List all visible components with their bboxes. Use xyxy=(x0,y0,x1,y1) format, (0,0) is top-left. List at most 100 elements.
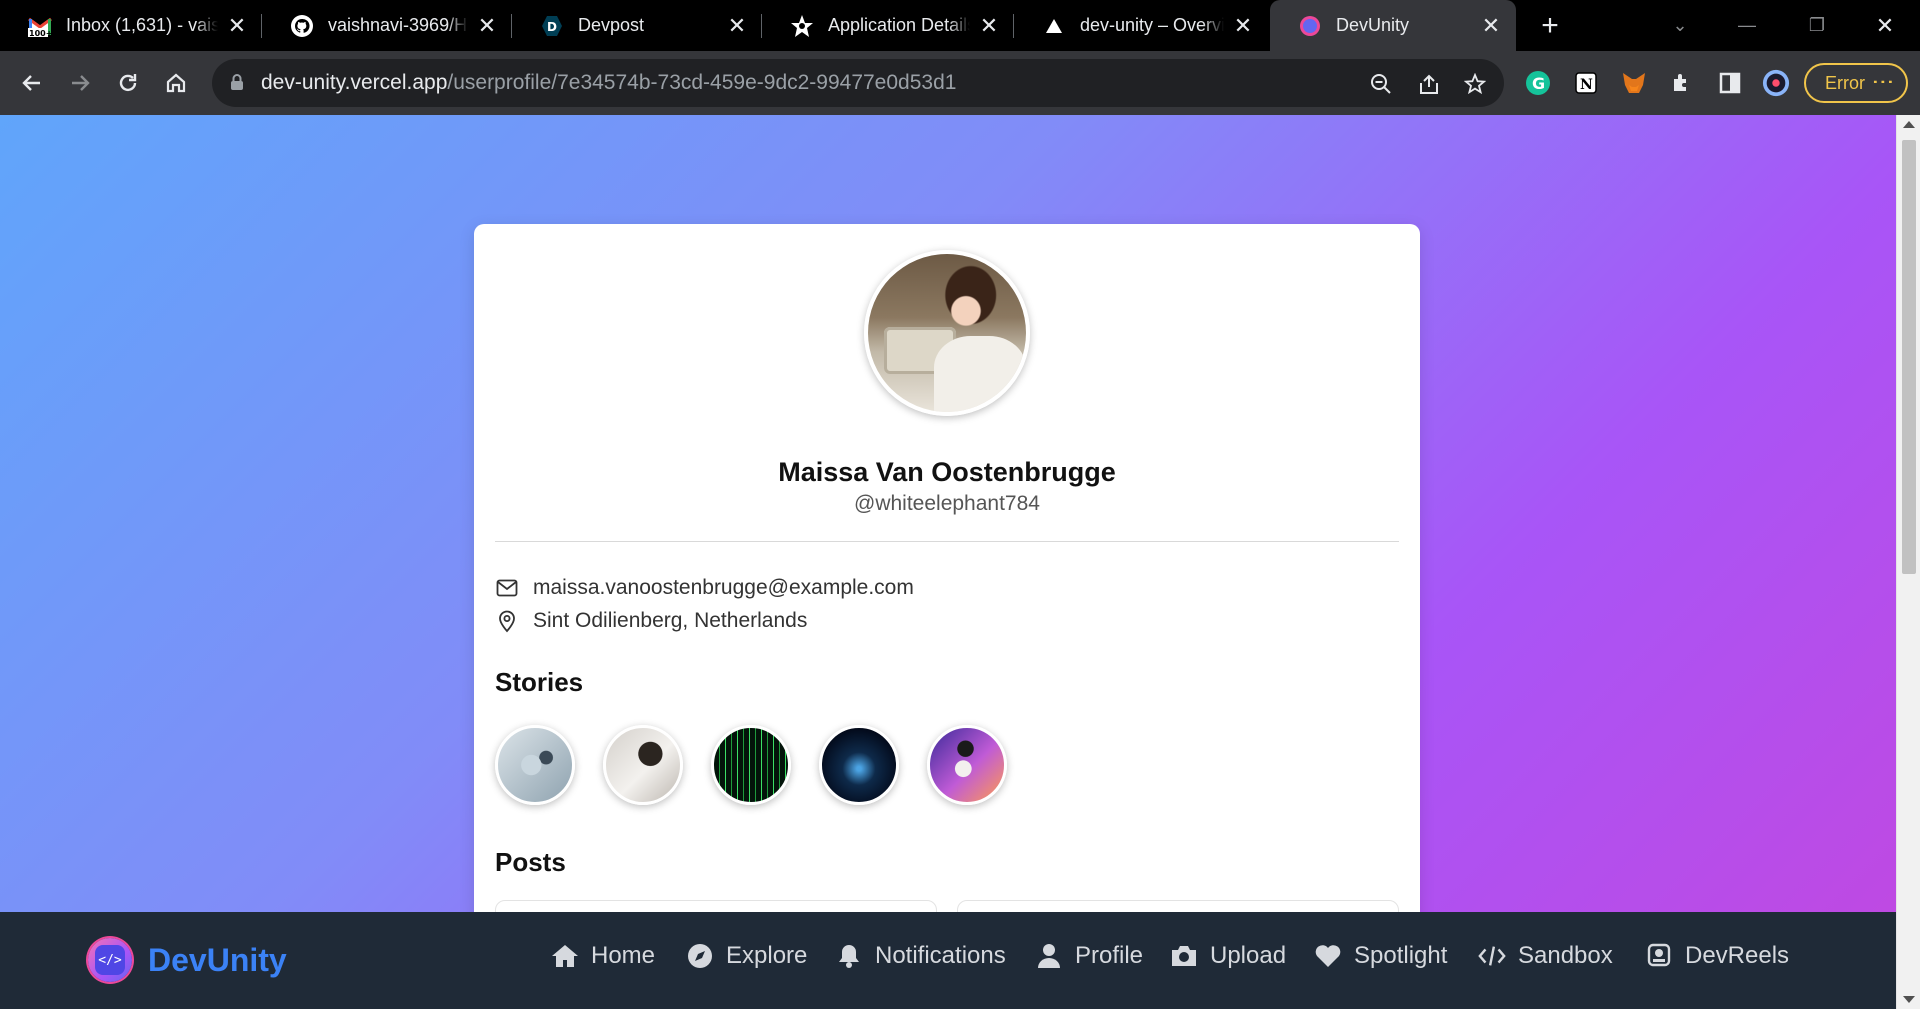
camera-icon xyxy=(1170,942,1198,970)
profile-handle: @whiteelephant784 xyxy=(854,492,1040,515)
nav-sandbox[interactable]: Sandbox xyxy=(1478,942,1613,970)
reload-icon xyxy=(119,74,137,92)
tab-title: Inbox (1,631) - vaishnavi xyxy=(66,15,218,35)
posts-heading: Posts xyxy=(495,847,566,877)
scroll-up-arrow[interactable] xyxy=(1903,121,1915,128)
compass-icon xyxy=(686,942,714,970)
devunity-icon xyxy=(1298,14,1322,38)
error-button[interactable]: Error ⋮ xyxy=(1804,63,1908,103)
scroll-down-arrow[interactable] xyxy=(1903,996,1915,1003)
auth0-icon xyxy=(790,14,814,38)
profile-card: Maissa Van Oostenbrugge @whiteelephant78… xyxy=(474,224,1420,1009)
tab-search-icon[interactable]: ⌄ xyxy=(1645,0,1715,51)
close-icon[interactable]: ✕ xyxy=(1232,13,1254,38)
back-button[interactable] xyxy=(12,63,52,103)
story-item[interactable] xyxy=(927,725,1007,805)
location-row: Sint Odilienberg, Netherlands xyxy=(495,609,807,633)
tab-title: vaishnavi-3969/HackX xyxy=(328,15,468,35)
story-item[interactable] xyxy=(603,725,683,805)
story-item[interactable] xyxy=(819,725,899,805)
nav-explore[interactable]: Explore xyxy=(686,942,807,970)
nav-notifications[interactable]: Notifications xyxy=(835,942,1006,970)
profile-name: Maissa Van Oostenbrugge xyxy=(778,457,1116,487)
github-icon xyxy=(290,14,314,38)
page-scrollbar[interactable] xyxy=(1896,115,1920,1009)
tab-vercel[interactable]: dev-unity – Overview ✕ xyxy=(1014,0,1268,51)
svg-text:100+: 100+ xyxy=(29,29,52,37)
window-close-button[interactable]: ✕ xyxy=(1850,0,1920,51)
profile-location: Sint Odilienberg, Netherlands xyxy=(533,609,808,632)
tab-application-details[interactable]: Application Details ✕ xyxy=(762,0,1014,51)
extensions-puzzle-icon[interactable] xyxy=(1668,69,1696,97)
reels-icon xyxy=(1645,942,1673,970)
brand-link[interactable]: </> DevUnity xyxy=(88,938,287,982)
tab-title: Application Details xyxy=(828,15,970,35)
map-pin-icon xyxy=(495,609,519,633)
metamask-icon[interactable] xyxy=(1620,69,1648,97)
svg-text:D: D xyxy=(547,20,557,34)
vercel-icon xyxy=(1042,14,1066,38)
close-icon[interactable]: ✕ xyxy=(476,13,498,38)
zoom-icon[interactable] xyxy=(1368,71,1394,97)
bookmark-star-icon[interactable] xyxy=(1462,71,1488,97)
home-button[interactable] xyxy=(156,63,196,103)
divider xyxy=(495,541,1399,542)
close-icon[interactable]: ✕ xyxy=(226,13,248,38)
tab-gmail[interactable]: 100+ Inbox (1,631) - vaishnavi ✕ xyxy=(0,0,262,51)
page-viewport: Maissa Van Oostenbrugge @whiteelephant78… xyxy=(0,115,1896,1009)
story-item[interactable] xyxy=(711,725,791,805)
profile-email[interactable]: maissa.vanoostenbrugge@example.com xyxy=(533,576,914,600)
url-text[interactable]: dev-unity.vercel.app/userprofile/7e34574… xyxy=(261,71,956,95)
tab-devunity[interactable]: DevUnity ✕ xyxy=(1270,0,1516,51)
profile-avatar-photo xyxy=(864,250,1030,416)
bottom-navbar: </> DevUnity Home Explore Notifications … xyxy=(0,912,1896,1009)
user-icon xyxy=(1035,942,1063,970)
share-icon[interactable] xyxy=(1416,71,1442,97)
heart-icon xyxy=(1314,942,1342,970)
home-icon xyxy=(551,942,579,970)
code-icon xyxy=(1478,942,1506,970)
arrow-left-icon xyxy=(22,75,40,91)
tab-github[interactable]: vaishnavi-3969/HackX ✕ xyxy=(262,0,512,51)
nav-upload[interactable]: Upload xyxy=(1170,942,1286,970)
svg-text:N: N xyxy=(1580,77,1593,93)
story-item[interactable] xyxy=(495,725,575,805)
email-row: maissa.vanoostenbrugge@example.com xyxy=(495,576,914,600)
side-panel-icon[interactable] xyxy=(1716,69,1744,97)
tab-title: Devpost xyxy=(578,15,645,35)
grammarly-icon[interactable]: G xyxy=(1524,69,1552,97)
browser-tabstrip: 100+ Inbox (1,631) - vaishnavi ✕ vaishna… xyxy=(0,0,1920,51)
mail-icon xyxy=(495,576,519,600)
restore-button[interactable]: ❐ xyxy=(1782,0,1852,51)
more-vert-icon[interactable]: ⋮ xyxy=(1871,71,1896,91)
notion-icon[interactable]: N xyxy=(1572,69,1600,97)
nav-profile[interactable]: Profile xyxy=(1035,942,1143,970)
devunity-logo-icon: </> xyxy=(88,938,132,982)
reload-button[interactable] xyxy=(108,63,148,103)
close-icon[interactable]: ✕ xyxy=(978,13,1000,38)
new-tab-button[interactable]: + xyxy=(1532,8,1568,44)
nav-home[interactable]: Home xyxy=(551,942,655,970)
close-icon[interactable]: ✕ xyxy=(1480,13,1502,38)
forward-button[interactable] xyxy=(60,63,100,103)
address-bar[interactable]: dev-unity.vercel.app/userprofile/7e34574… xyxy=(212,59,1504,107)
profile-avatar[interactable] xyxy=(1762,69,1790,97)
nav-spotlight[interactable]: Spotlight xyxy=(1314,942,1447,970)
arrow-right-icon xyxy=(72,75,90,91)
minimize-button[interactable]: — xyxy=(1712,0,1782,51)
tab-title: DevUnity xyxy=(1336,15,1410,35)
bell-icon xyxy=(835,942,863,970)
scrollbar-thumb[interactable] xyxy=(1902,140,1916,574)
stories-heading: Stories xyxy=(495,667,584,697)
stories-list xyxy=(495,725,1035,805)
nav-devreels[interactable]: DevReels xyxy=(1645,942,1789,970)
svg-text:G: G xyxy=(1532,74,1545,93)
lock-icon[interactable] xyxy=(230,73,244,96)
home-outline-icon xyxy=(166,73,186,93)
tab-devpost[interactable]: D Devpost ✕ xyxy=(512,0,762,51)
gmail-icon: 100+ xyxy=(28,14,52,38)
browser-toolbar: dev-unity.vercel.app/userprofile/7e34574… xyxy=(0,51,1920,115)
tab-title: dev-unity – Overview xyxy=(1080,15,1224,35)
devpost-icon: D xyxy=(540,14,564,38)
close-icon[interactable]: ✕ xyxy=(726,13,748,38)
